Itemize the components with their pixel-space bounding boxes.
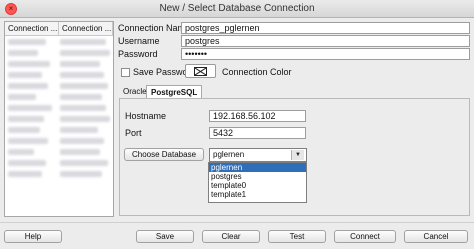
connection-list[interactable]: Connection ... Connection ...	[4, 21, 114, 217]
username-label: Username	[118, 36, 160, 46]
hostname-field[interactable]: 192.168.56.102	[209, 110, 306, 122]
list-item[interactable]	[5, 69, 113, 80]
window-title: New / Select Database Connection	[159, 3, 315, 14]
list-item[interactable]	[5, 168, 113, 179]
username-field[interactable]: postgres	[181, 35, 470, 47]
port-label: Port	[125, 128, 142, 138]
dropdown-option-pglernen[interactable]: pglernen	[209, 163, 306, 172]
choose-database-button[interactable]: Choose Database	[124, 148, 204, 161]
title-bar: × New / Select Database Connection	[0, 0, 474, 18]
connection-color-button[interactable]	[185, 64, 216, 78]
chevron-down-icon[interactable]: ▼	[291, 150, 304, 160]
save-button[interactable]: Save	[136, 230, 194, 243]
column-header-connection-details[interactable]: Connection ...	[59, 22, 113, 35]
password-label: Password	[118, 49, 158, 59]
list-item[interactable]	[5, 47, 113, 58]
connect-button[interactable]: Connect	[334, 230, 396, 243]
connection-color-label: Connection Color	[222, 67, 292, 77]
save-password-checkbox[interactable]	[121, 68, 130, 77]
tab-postgresql[interactable]: PostgreSQL	[146, 85, 203, 98]
list-item[interactable]	[5, 124, 113, 135]
port-field[interactable]: 5432	[209, 127, 306, 139]
list-item[interactable]	[5, 102, 113, 113]
column-header-connection-name[interactable]: Connection ...	[5, 22, 59, 35]
connection-name-field[interactable]: postgres_pglernen	[181, 22, 470, 34]
list-item[interactable]	[5, 146, 113, 157]
color-swatch-icon	[194, 67, 207, 76]
dropdown-option-template1[interactable]: template1	[209, 190, 306, 199]
list-item[interactable]	[5, 58, 113, 69]
database-dropdown-list[interactable]: pglernen postgres template0 template1	[208, 162, 307, 203]
cancel-button[interactable]: Cancel	[404, 230, 468, 243]
test-button[interactable]: Test	[268, 230, 326, 243]
list-item[interactable]	[5, 91, 113, 102]
footer-divider	[0, 222, 474, 223]
dropdown-option-postgres[interactable]: postgres	[209, 172, 306, 181]
list-item[interactable]	[5, 135, 113, 146]
password-field[interactable]: •••••••	[181, 48, 470, 60]
list-item[interactable]	[5, 80, 113, 91]
database-select[interactable]: pglernen ▼	[209, 148, 307, 162]
list-item[interactable]	[5, 113, 113, 124]
dropdown-option-template0[interactable]: template0	[209, 181, 306, 190]
connection-list-header: Connection ... Connection ...	[5, 22, 113, 36]
clear-button[interactable]: Clear	[202, 230, 260, 243]
connection-name-label: Connection Name	[118, 23, 191, 33]
list-item[interactable]	[5, 157, 113, 168]
database-select-value: pglernen	[213, 150, 245, 159]
list-item[interactable]	[5, 36, 113, 47]
hostname-label: Hostname	[125, 111, 167, 121]
help-button[interactable]: Help	[4, 230, 62, 243]
